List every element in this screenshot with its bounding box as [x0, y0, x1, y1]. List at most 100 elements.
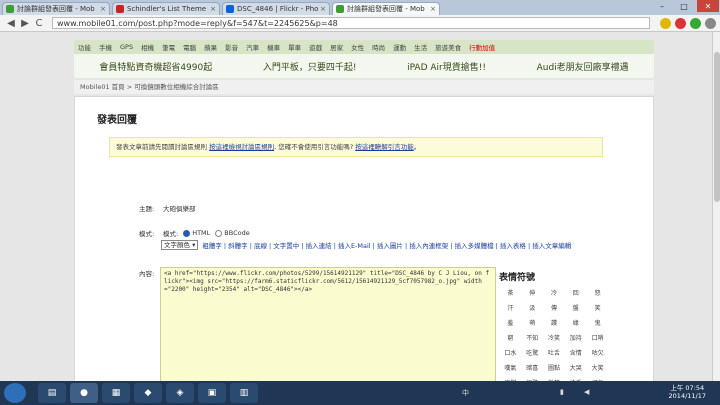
back-button[interactable]: ◀	[4, 18, 18, 29]
app-icon[interactable]: ◈	[166, 383, 194, 403]
category-link[interactable]: 女性	[351, 42, 364, 52]
window-close-button[interactable]: ✕	[697, 0, 719, 12]
emoticon-item[interactable]: 茶	[500, 288, 521, 299]
format-label: 模式:	[139, 230, 155, 238]
chrome-icon[interactable]: ●	[70, 383, 98, 403]
emoticon-item[interactable]: 嘆氣	[500, 363, 521, 374]
emoticon-item[interactable]: 怒	[587, 288, 608, 299]
emoticon-item[interactable]: 口水	[500, 348, 521, 359]
ime-indicator[interactable]: 中	[462, 388, 469, 398]
promo-link[interactable]: iPAD Air現貨搶售!!	[407, 60, 486, 73]
emoticon-item[interactable]: 暗喜	[522, 363, 543, 374]
mode-selector: 模式: HTML BBCode	[163, 228, 250, 238]
category-link[interactable]: 機車	[267, 42, 280, 52]
promo-banner: 會員特點資奇機超省4990起 入門平板，只要四千起! iPAD Air現貨搶售!…	[74, 54, 654, 78]
close-tab-icon[interactable]: ×	[210, 5, 216, 13]
text-color-select[interactable]: 文字顏色 ▾	[161, 240, 199, 250]
emoticon-item[interactable]: 窮	[500, 333, 521, 344]
star-icon[interactable]	[660, 17, 671, 29]
rules-link[interactable]: 按這裡檢視討論區規則	[209, 143, 274, 151]
explorer-icon[interactable]: ▤	[38, 383, 66, 403]
emoticon-item[interactable]: 讚	[544, 318, 565, 329]
category-link[interactable]: 筆電	[162, 42, 175, 52]
category-link[interactable]: 旅遊美食	[435, 42, 461, 52]
emoticon-item[interactable]: 加持	[565, 333, 586, 344]
category-link[interactable]: 居家	[330, 42, 343, 52]
category-link[interactable]: GPS	[120, 43, 133, 51]
emoticon-item[interactable]: 伸	[522, 288, 543, 299]
emoticon-item[interactable]: 笑	[587, 303, 608, 314]
bbcode-radio[interactable]	[215, 229, 223, 237]
emoticon-item[interactable]: 緣	[565, 318, 586, 329]
quote-help-link[interactable]: 按這裡瞭解引言功能	[355, 143, 414, 151]
menu-icon[interactable]	[705, 17, 716, 29]
emoticon-item[interactable]: 冷	[544, 288, 565, 299]
html-radio[interactable]	[183, 229, 191, 237]
maximize-button[interactable]: □	[674, 0, 694, 12]
promo-link[interactable]: 會員特點資奇機超省4990起	[99, 60, 212, 73]
close-tab-icon[interactable]: ×	[100, 5, 106, 13]
start-button[interactable]	[4, 383, 26, 403]
minimize-button[interactable]: –	[652, 0, 672, 12]
system-clock[interactable]: 上午 07:54 2014/11/17	[669, 384, 706, 400]
category-link[interactable]: 時尚	[372, 42, 385, 52]
breadcrumb[interactable]: Mobile01 首頁 > 可換鏡頭數位相機綜合討論區	[74, 80, 654, 94]
emoticon-item[interactable]: 傳	[544, 303, 565, 314]
close-tab-icon[interactable]: ×	[430, 5, 436, 13]
close-tab-icon[interactable]: ×	[320, 5, 326, 13]
promo-link[interactable]: Audi老朋友回廠享禮遇	[537, 60, 629, 73]
app-icon[interactable]: ▦	[102, 383, 130, 403]
browser-tab-2[interactable]: Schindler's List Theme ×	[112, 2, 220, 15]
category-link[interactable]: 汽車	[246, 42, 259, 52]
emoticon-item[interactable]: 回	[565, 288, 586, 299]
category-link[interactable]: 單車	[288, 42, 301, 52]
toolbar-links[interactable]: 粗體字 | 斜體字 | 底線 | 文字置中 | 插入連結 | 插入E-Mail …	[202, 240, 571, 250]
emoticon-item[interactable]: 圖黏	[544, 363, 565, 374]
category-link[interactable]: 功能	[78, 42, 91, 52]
emoticon-item[interactable]: 冷笑	[544, 333, 565, 344]
tab-title: DSC_4846 | Flickr - Photo	[237, 5, 319, 13]
content-textarea[interactable]: <a href="https://www.flickr.com/photos/5…	[160, 267, 496, 381]
emoticon-item[interactable]: 大笑	[587, 363, 608, 374]
emoticon-item[interactable]: 吃驚	[522, 348, 543, 359]
photoshop-icon[interactable]: ▣	[198, 383, 226, 403]
url-input[interactable]: www.mobile01.com/post.php?mode=reply&f=5…	[52, 17, 650, 29]
reload-button[interactable]: C	[32, 18, 46, 29]
emoticon-item[interactable]: 咕欠	[587, 348, 608, 359]
emoticon-item[interactable]: 鬼	[587, 318, 608, 329]
category-link[interactable]: 遊戲	[309, 42, 322, 52]
emoticon-item[interactable]: 盤	[565, 303, 586, 314]
emoticon-item[interactable]: 汲	[522, 303, 543, 314]
browser-tab-3[interactable]: DSC_4846 | Flickr - Photo ×	[222, 2, 330, 15]
category-link-special[interactable]: 行動加值	[469, 42, 495, 52]
forward-button[interactable]: ▶	[18, 18, 32, 29]
network-icon[interactable]: ▮	[560, 388, 564, 396]
category-link[interactable]: 電腦	[183, 42, 196, 52]
category-link[interactable]: 運動	[393, 42, 406, 52]
scrollbar-thumb[interactable]	[714, 52, 720, 202]
scrollbar[interactable]	[712, 32, 720, 381]
promo-link[interactable]: 入門平板，只要四千起!	[263, 60, 357, 73]
browser-tab-1[interactable]: 討論群組發表回覆 - Mob ×	[2, 2, 110, 15]
emoticon-item[interactable]: 汗	[500, 303, 521, 314]
category-link[interactable]: 蘋果	[204, 42, 217, 52]
emoticon-item[interactable]: 萌	[522, 318, 543, 329]
extension-icon[interactable]	[690, 17, 701, 29]
emoticon-item[interactable]: 羞	[500, 318, 521, 329]
notice-text: 。	[413, 143, 421, 151]
volume-icon[interactable]: ◀	[584, 388, 589, 396]
emoticon-item[interactable]: 口哨	[587, 333, 608, 344]
emoticon-item[interactable]: 不知	[522, 333, 543, 344]
extension-icon[interactable]	[675, 17, 686, 29]
emoticon-item[interactable]: 吐舌	[544, 348, 565, 359]
emoticon-item[interactable]: 大哭	[565, 363, 586, 374]
category-link[interactable]: 影音	[225, 42, 238, 52]
category-link[interactable]: 相機	[141, 42, 154, 52]
category-link[interactable]: 手機	[99, 42, 112, 52]
category-link[interactable]: 生活	[414, 42, 427, 52]
subject-label: 主題:	[139, 205, 155, 213]
browser-tab-4[interactable]: 討論群組發表回覆 - Mob ×	[332, 2, 440, 15]
folder-icon[interactable]: ▥	[230, 383, 258, 403]
line-app-icon[interactable]: ◆	[134, 383, 162, 403]
emoticon-item[interactable]: 含情	[565, 348, 586, 359]
